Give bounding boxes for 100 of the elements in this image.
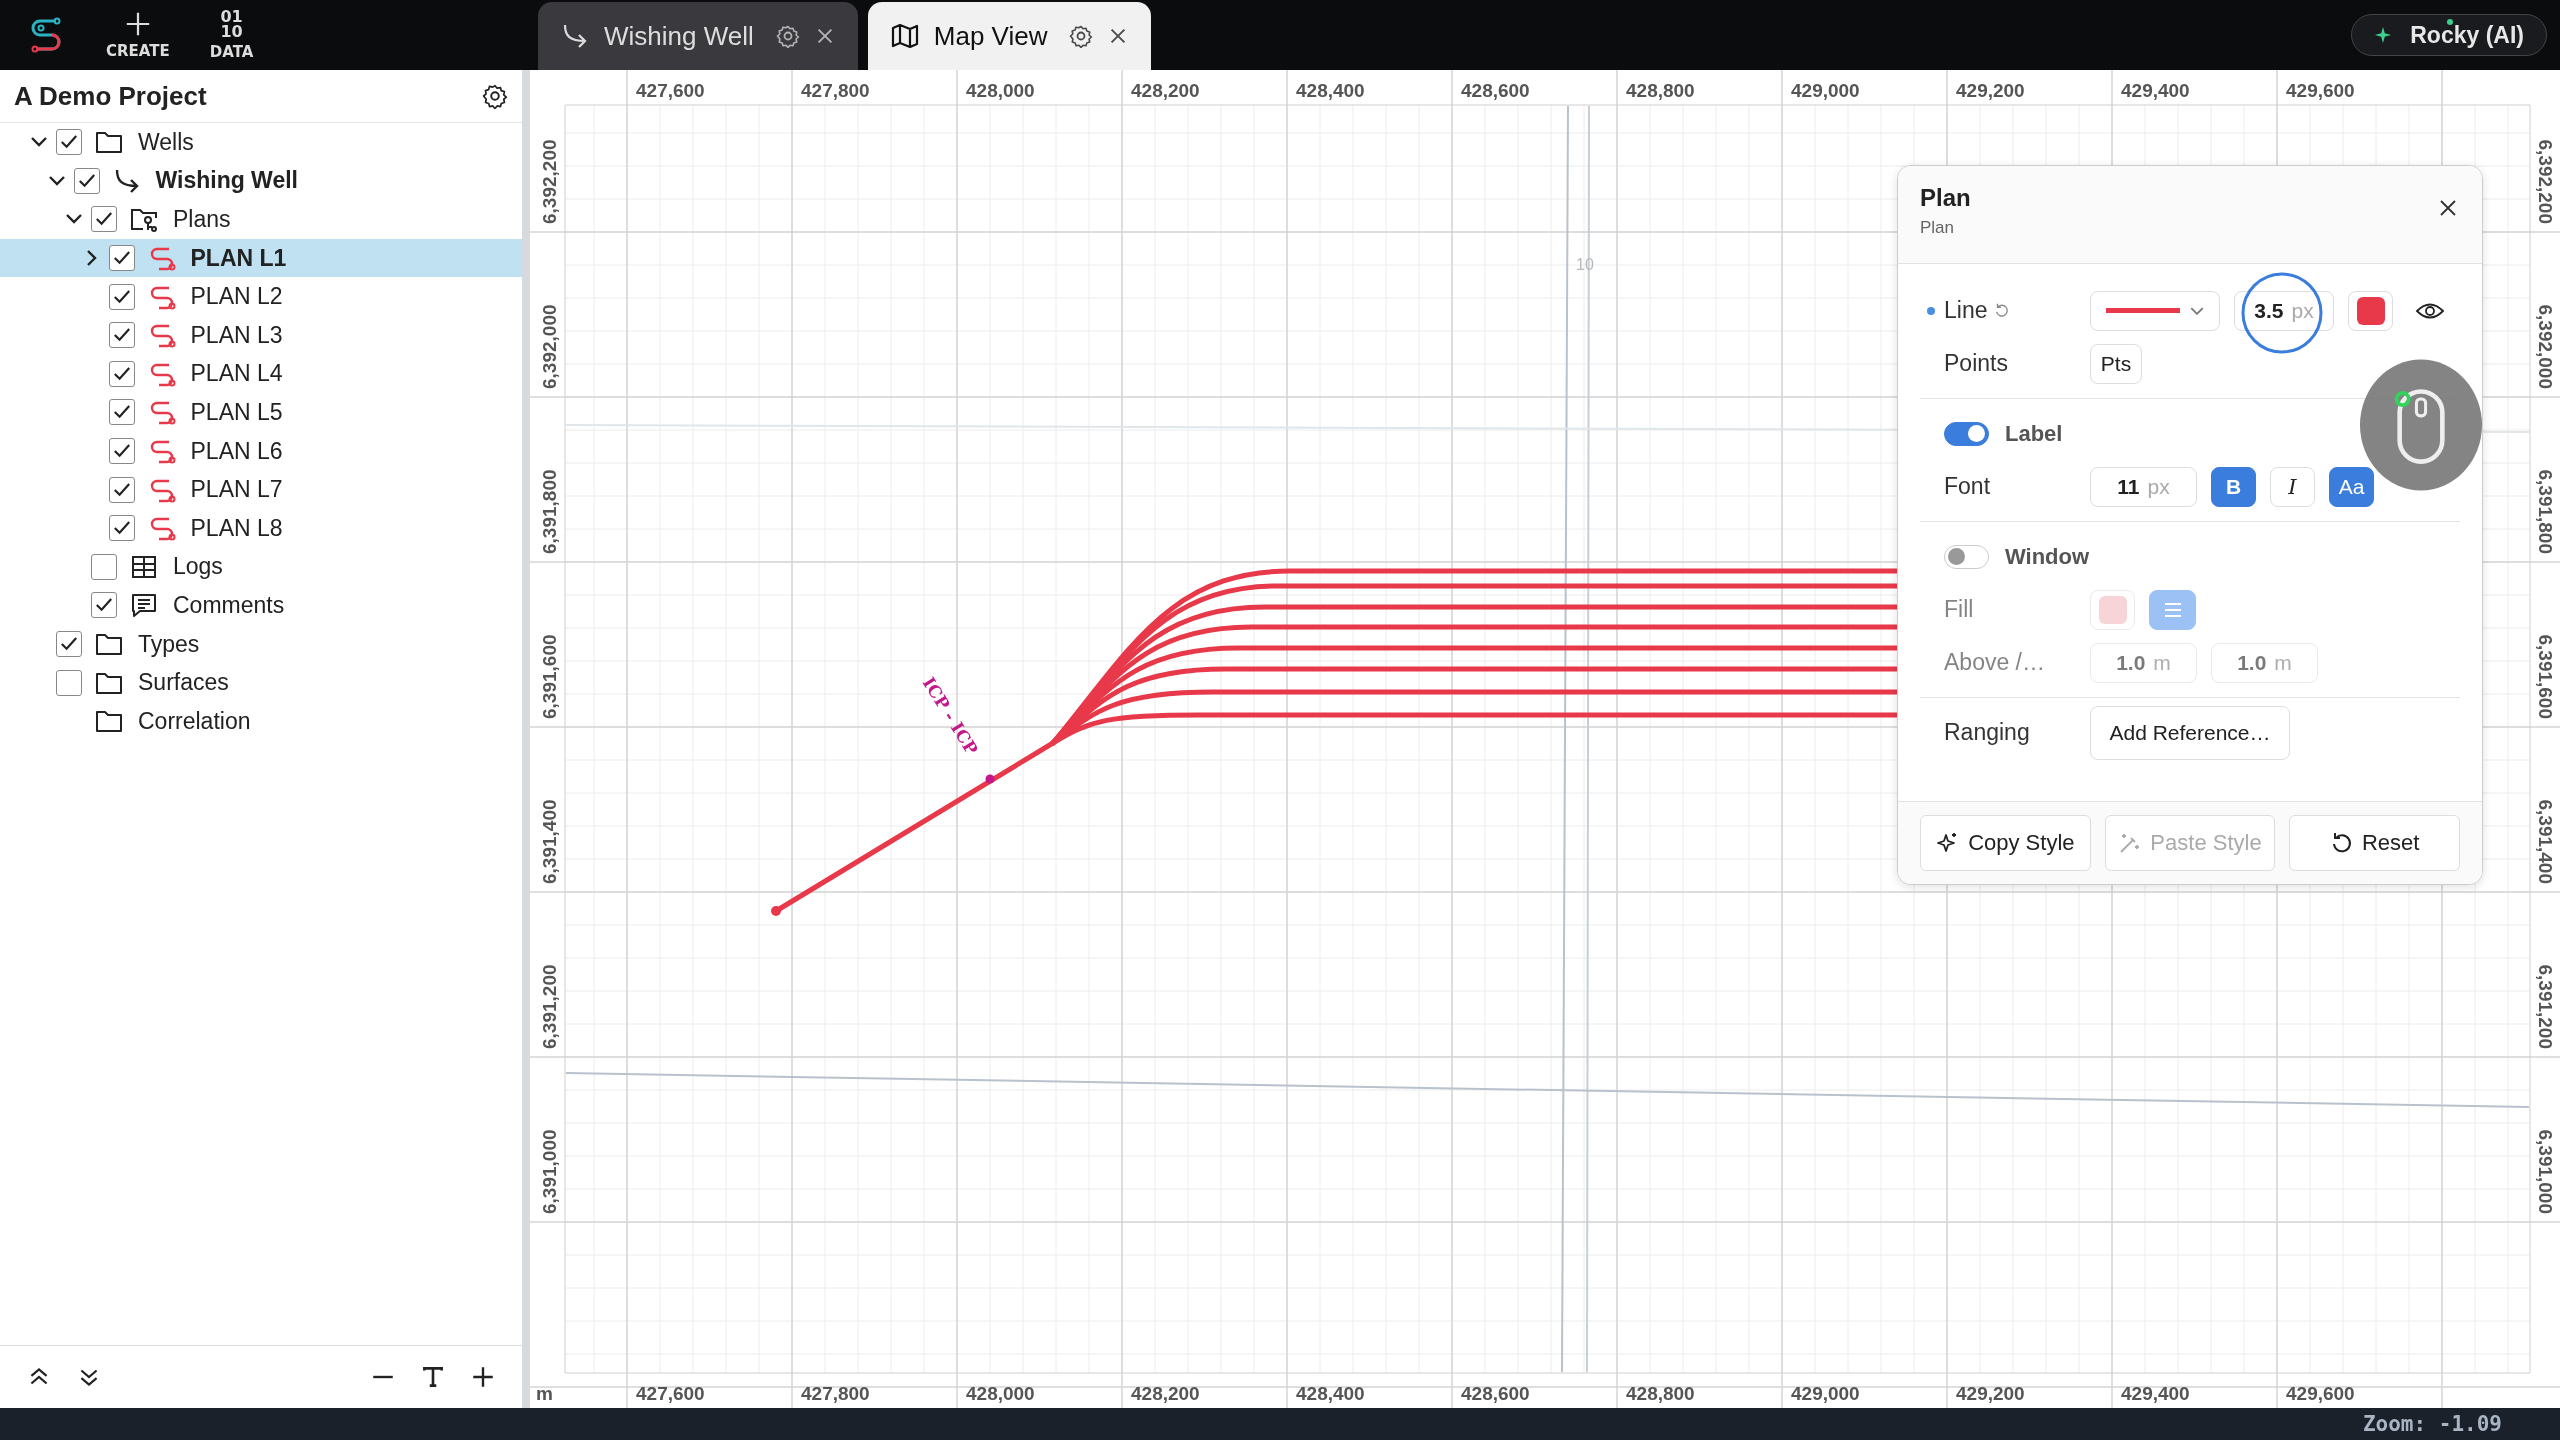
checkbox[interactable] [56,631,82,657]
map-icon [889,21,920,51]
tree-item[interactable]: Wishing Well [0,161,522,201]
ranging-label: Ranging [1943,719,2031,746]
tree-item[interactable]: PLAN L7 [0,470,522,509]
copy-style-button[interactable]: Copy Style [1920,815,2091,871]
panel-subtitle: Plan [1920,218,1956,238]
tree-item[interactable]: PLAN L3 [0,315,522,355]
distance-field[interactable]: 1.0 m [2090,642,2197,683]
label-label: Label [2005,420,2063,447]
font-label: Font [1943,473,1992,500]
axis-tick-label: 429,600 [2286,1383,2355,1404]
tree-item[interactable]: Logs [0,547,522,587]
bold-button[interactable]: B [2211,466,2256,507]
label-toggle[interactable] [1944,421,1989,446]
tree-item[interactable]: PLAN L8 [0,508,522,548]
axis-tick-label: 428,400 [1296,80,1365,101]
axis-tick-label: 429,400 [2121,80,2190,101]
axis-tick-label: 428,800 [1626,1383,1695,1404]
axis-tick-label: 429,000 [1791,1383,1860,1404]
line-label: Line [1944,297,1988,324]
checkbox[interactable] [108,476,135,503]
axis-tick-label: 427,600 [636,1383,705,1404]
axis-tick-label: 6,392,000 [539,304,560,389]
create-button[interactable]: CREATE [106,10,170,60]
axis-tick-label: 6,392,200 [2535,139,2556,224]
text-size-icon[interactable] [420,1364,446,1390]
window-toggle[interactable] [1944,544,1989,569]
settings-icon[interactable] [482,83,508,109]
case-button[interactable]: Aa [2329,466,2374,507]
map-view[interactable] [530,70,2560,1408]
tree-item[interactable]: PLAN L2 [0,277,522,316]
checkbox[interactable] [91,592,117,619]
tree-item[interactable]: PLAN L4 [0,354,522,394]
zoom-level: Zoom: -1.09 [2362,1412,2502,1436]
axis-tick-label: 6,391,600 [539,634,560,719]
tree-item[interactable]: Comments [0,586,522,625]
well-start-marker [771,906,781,916]
distance-field[interactable]: 1.0 m [2211,642,2318,683]
checkbox[interactable] [108,360,135,387]
tree-item[interactable]: Wells [0,123,522,162]
axis-tick-label: 429,000 [1791,80,1860,101]
axis-tick-label: 428,200 [1131,80,1200,101]
axis-tick-label: 6,392,200 [539,139,560,224]
axis-tick-label: 6,391,400 [2535,799,2556,884]
points-button[interactable]: Pts [2090,343,2142,384]
axis-tick-label: 428,000 [966,80,1035,101]
checkbox[interactable] [108,515,135,542]
axis-tick-label: 6,391,000 [539,1129,560,1214]
settings-icon[interactable] [1069,24,1094,48]
font-size-field[interactable]: 11 px [2090,466,2197,507]
line-width-field[interactable]: 3.5 px [2234,290,2334,331]
axis-tick-label: 6,391,800 [539,469,560,554]
click-highlight-icon [2240,271,2324,355]
checkbox[interactable] [91,206,117,233]
grid-label: 10 [1576,256,1594,273]
tree-item[interactable]: PLAN L6 [0,431,522,471]
axis-tick-label: 428,400 [1296,1383,1365,1404]
axis-tick-label: 429,200 [1956,80,2025,101]
reset-style-button[interactable]: Reset [2289,815,2460,871]
axis-tick-label: 429,600 [2286,80,2355,101]
tree-item[interactable]: PLAN L1 [0,238,522,278]
window-label: Window [2005,543,2090,570]
tree-item[interactable]: Plans [0,200,522,239]
tab[interactable]: Map View [867,2,1152,70]
checkbox[interactable] [91,553,117,580]
axis-tick-label: 428,600 [1461,1383,1530,1404]
checkbox[interactable] [108,245,135,272]
assistant-button[interactable]: Rocky (AI) [2351,14,2547,56]
points-label: Points [1943,350,2009,377]
add-reference-button[interactable]: Add Reference… [2090,705,2290,760]
tree-item[interactable]: Correlation [0,701,522,741]
italic-button[interactable]: I [2270,466,2315,507]
data-button[interactable]: 01 10 DATA [209,9,254,61]
checkbox[interactable] [56,669,82,696]
plus-icon[interactable] [470,1364,496,1390]
above-label: Above /… [1943,649,2046,676]
tree-item[interactable]: Types [0,624,522,664]
axis-tick-label: 6,391,000 [2535,1129,2556,1214]
axis-tick-label: 6,391,800 [2535,469,2556,554]
axis-tick-label: 6,391,400 [539,799,560,884]
checkbox[interactable] [108,438,135,465]
checkbox[interactable] [108,322,135,349]
axis-tick-label: 6,391,200 [2535,964,2556,1049]
color-swatch[interactable] [2348,290,2393,331]
tree-item[interactable]: Surfaces [0,663,522,702]
checkbox[interactable] [73,167,100,194]
axis-tick-label: 429,400 [2121,1383,2190,1404]
axis-tick-label: 427,800 [801,1383,870,1404]
checkbox[interactable] [108,283,135,310]
axis-tick-label: 427,600 [636,80,705,101]
line-style-dropdown[interactable] [2090,290,2220,331]
unit-label: m [536,1383,553,1404]
tree-item[interactable]: PLAN L5 [0,393,522,432]
checkbox[interactable] [108,399,135,426]
axis-tick-label: 427,800 [801,80,870,101]
checkbox[interactable] [56,129,82,156]
well-point-marker [985,774,995,784]
fill-swatch[interactable] [2090,589,2135,630]
tab[interactable]: Wishing Well [538,2,858,70]
